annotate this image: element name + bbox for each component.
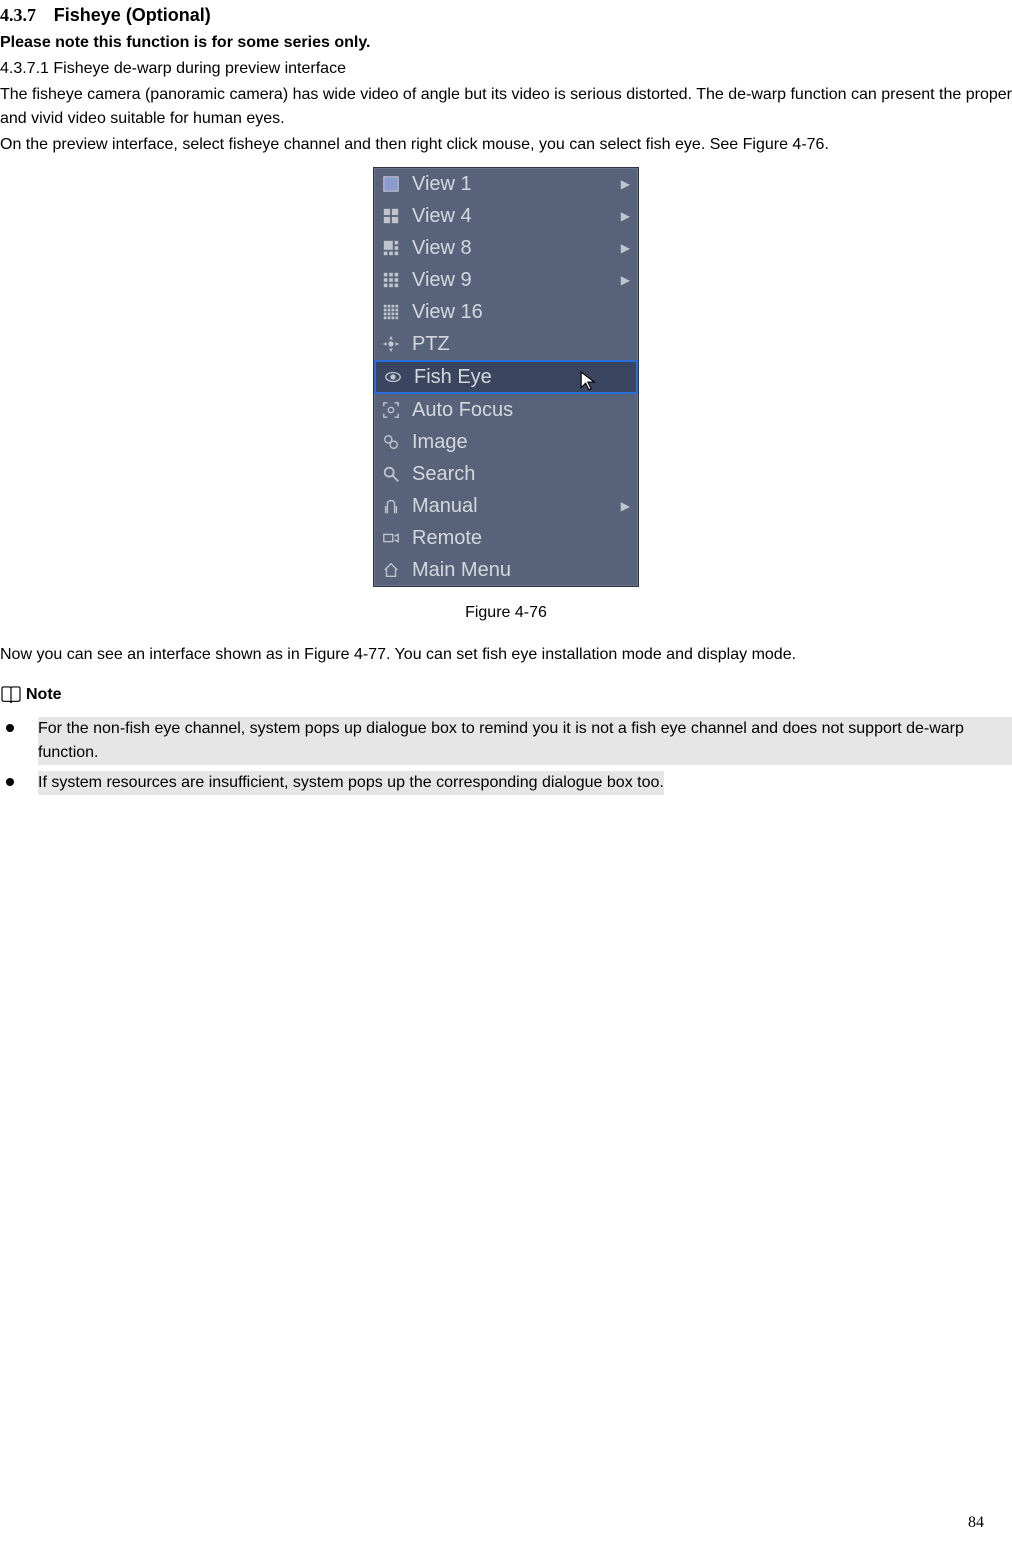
- figure-caption: Figure 4-76: [0, 601, 1012, 625]
- menu-item-view4[interactable]: View 4 ▶: [374, 200, 638, 232]
- paragraph-2: On the preview interface, select fisheye…: [0, 133, 1012, 157]
- chevron-right-icon: ▶: [621, 207, 630, 225]
- menu-label: Manual: [412, 491, 621, 521]
- menu-item-image[interactable]: Image: [374, 426, 638, 458]
- chevron-right-icon: ▶: [621, 271, 630, 289]
- series-note: Please note this function is for some se…: [0, 31, 1012, 55]
- ptz-icon: [380, 333, 402, 355]
- mainmenu-icon: [380, 559, 402, 581]
- view8-icon: [380, 237, 402, 259]
- menu-label: Search: [412, 459, 630, 489]
- note-bullet-2: If system resources are insufficient, sy…: [38, 771, 664, 795]
- fisheye-icon: [382, 366, 404, 388]
- page-number: 84: [968, 1511, 984, 1535]
- context-menu[interactable]: View 1 ▶ View 4 ▶ View 8 ▶: [373, 167, 639, 587]
- list-item: If system resources are insufficient, sy…: [0, 771, 1012, 795]
- view9-icon: [380, 269, 402, 291]
- chevron-right-icon: ▶: [621, 175, 630, 193]
- menu-label: View 4: [412, 201, 621, 231]
- manual-icon: [380, 495, 402, 517]
- menu-label: View 9: [412, 265, 621, 295]
- note-label: Note: [26, 683, 62, 707]
- menu-label: Main Menu: [412, 555, 630, 585]
- menu-label: View 8: [412, 233, 621, 263]
- paragraph-3: Now you can see an interface shown as in…: [0, 643, 1012, 667]
- section-title: Fisheye (Optional): [54, 5, 211, 25]
- subsection-heading: 4.3.7.1 Fisheye de-warp during preview i…: [0, 57, 1012, 81]
- menu-item-mainmenu[interactable]: Main Menu: [374, 554, 638, 586]
- menu-label: View 1: [412, 169, 621, 199]
- note-icon: [0, 686, 22, 704]
- menu-item-view1[interactable]: View 1 ▶: [374, 168, 638, 200]
- menu-item-view16[interactable]: View 16: [374, 296, 638, 328]
- figure-4-76: View 1 ▶ View 4 ▶ View 8 ▶: [0, 167, 1012, 587]
- paragraph-1: The fisheye camera (panoramic camera) ha…: [0, 83, 1012, 131]
- section-number: 4.3.7: [0, 5, 36, 25]
- menu-label: PTZ: [412, 329, 630, 359]
- menu-item-fisheye[interactable]: Fish Eye: [374, 360, 638, 394]
- bullet-icon: [6, 724, 14, 732]
- bullet-icon: [6, 778, 14, 786]
- remote-icon: [380, 527, 402, 549]
- note-list: For the non-fish eye channel, system pop…: [0, 717, 1012, 795]
- menu-item-remote[interactable]: Remote: [374, 522, 638, 554]
- chevron-right-icon: ▶: [621, 239, 630, 257]
- note-bullet-1: For the non-fish eye channel, system pop…: [38, 717, 1012, 765]
- search-icon: [380, 463, 402, 485]
- menu-item-manual[interactable]: Manual ▶: [374, 490, 638, 522]
- menu-label: Remote: [412, 523, 630, 553]
- list-item: For the non-fish eye channel, system pop…: [0, 717, 1012, 765]
- menu-item-view8[interactable]: View 8 ▶: [374, 232, 638, 264]
- menu-label: View 16: [412, 297, 630, 327]
- image-icon: [380, 431, 402, 453]
- menu-label: Image: [412, 427, 630, 457]
- view16-icon: [380, 301, 402, 323]
- menu-item-view9[interactable]: View 9 ▶: [374, 264, 638, 296]
- autofocus-icon: [380, 399, 402, 421]
- menu-item-search[interactable]: Search: [374, 458, 638, 490]
- menu-item-ptz[interactable]: PTZ: [374, 328, 638, 360]
- view4-icon: [380, 205, 402, 227]
- menu-item-autofocus[interactable]: Auto Focus: [374, 394, 638, 426]
- view1-icon: [380, 173, 402, 195]
- chevron-right-icon: ▶: [621, 497, 630, 515]
- menu-label: Auto Focus: [412, 395, 630, 425]
